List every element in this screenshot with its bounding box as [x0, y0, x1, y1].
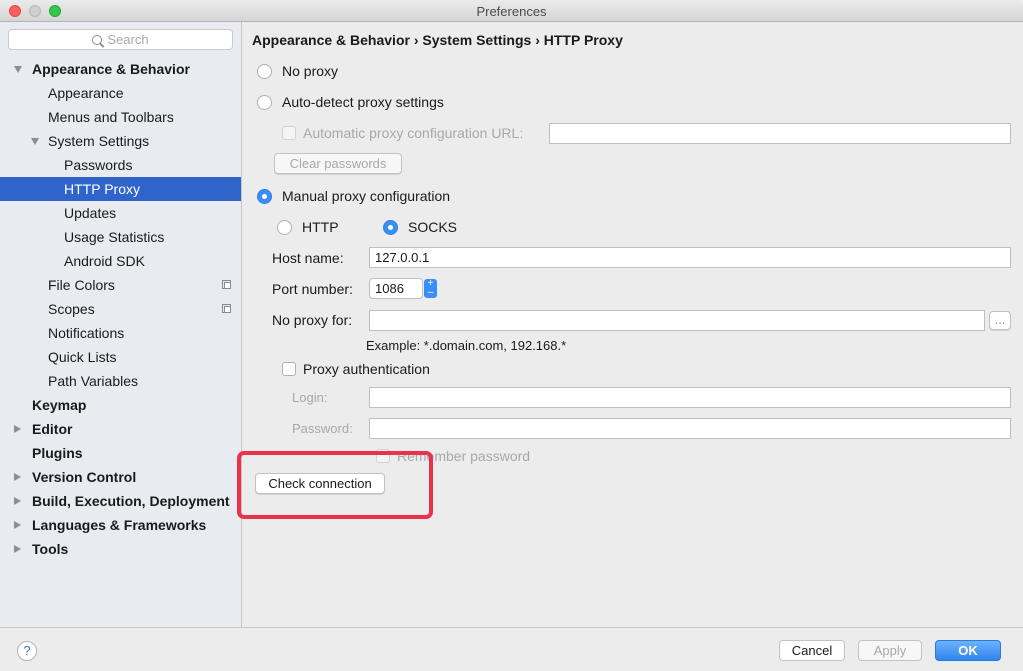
- port-stepper[interactable]: + –: [424, 279, 437, 298]
- sidebar-item-label: Menus and Toolbars: [48, 109, 174, 125]
- sidebar-item-menus-and-toolbars[interactable]: Menus and Toolbars: [0, 105, 241, 129]
- sidebar-item-label: Appearance & Behavior: [32, 61, 190, 77]
- auto-config-url-label: Automatic proxy configuration URL:: [303, 125, 524, 141]
- sidebar-item-appearance[interactable]: Appearance: [0, 81, 241, 105]
- expand-triangle-icon[interactable]: [14, 473, 21, 481]
- settings-tree: Appearance & Behavior Appearance Menus and…: [0, 57, 241, 561]
- minus-icon[interactable]: –: [424, 288, 437, 298]
- search-placeholder: Search: [107, 32, 149, 47]
- http-radio[interactable]: [277, 220, 292, 235]
- password-field[interactable]: [369, 418, 1011, 439]
- port-number-label: Port number:: [272, 281, 353, 297]
- collapse-triangle-icon[interactable]: [14, 66, 22, 73]
- sidebar-item-tools[interactable]: Tools: [0, 537, 241, 561]
- ok-button[interactable]: OK: [935, 640, 1001, 661]
- search-icon: [92, 35, 103, 45]
- sidebar-item-quick-lists[interactable]: Quick Lists: [0, 345, 241, 369]
- manual-proxy-radio[interactable]: [257, 189, 272, 204]
- socks-radio[interactable]: [383, 220, 398, 235]
- sidebar-item-label: Usage Statistics: [64, 229, 165, 245]
- host-name-field[interactable]: 127.0.0.1: [369, 247, 1011, 268]
- auto-detect-label: Auto-detect proxy settings: [282, 94, 444, 110]
- sidebar-item-version-control[interactable]: Version Control: [0, 465, 241, 489]
- no-proxy-for-field[interactable]: [369, 310, 985, 331]
- auto-detect-radio[interactable]: [257, 95, 272, 110]
- expand-triangle-icon[interactable]: [14, 425, 21, 433]
- no-proxy-for-browse-button[interactable]: ...: [989, 311, 1011, 330]
- sidebar-item-notifications[interactable]: Notifications: [0, 321, 241, 345]
- clear-passwords-button[interactable]: Clear passwords: [274, 153, 402, 174]
- sidebar-item-label: Android SDK: [64, 253, 145, 269]
- expand-triangle-icon[interactable]: [14, 545, 21, 553]
- sidebar-item-label: Updates: [64, 205, 117, 221]
- http-proxy-panel: Appearance & Behavior › System Settings …: [237, 22, 1023, 627]
- no-proxy-radio[interactable]: [257, 64, 272, 79]
- proxy-authentication-label: Proxy authentication: [303, 361, 430, 377]
- sidebar-item-file-colors[interactable]: File Colors: [0, 273, 241, 297]
- breadcrumb: Appearance & Behavior › System Settings …: [252, 32, 623, 48]
- sidebar-item-label: Languages & Frameworks: [32, 517, 207, 533]
- cancel-button[interactable]: Cancel: [779, 640, 845, 661]
- sidebar-item-usage-statistics[interactable]: Usage Statistics: [0, 225, 241, 249]
- settings-sidebar: Search Appearance & Behavior Appearance Me…: [0, 22, 242, 627]
- sidebar-item-build-execution-deployment[interactable]: Build, Execution, Deployment: [0, 489, 241, 513]
- sidebar-item-scopes[interactable]: Scopes: [0, 297, 241, 321]
- expand-triangle-icon[interactable]: [14, 521, 21, 529]
- sidebar-item-path-variables[interactable]: Path Variables: [0, 369, 241, 393]
- login-label: Login:: [292, 390, 328, 405]
- password-label: Password:: [292, 421, 353, 436]
- sidebar-item-label: Editor: [32, 421, 73, 437]
- annotation-highlight-box: [237, 451, 433, 519]
- sidebar-item-label: Scopes: [48, 301, 95, 317]
- sidebar-item-label: Appearance: [48, 85, 124, 101]
- sidebar-item-label: Keymap: [32, 397, 87, 413]
- port-number-field[interactable]: 1086: [369, 278, 423, 299]
- sidebar-item-label: Quick Lists: [48, 349, 117, 365]
- sidebar-item-label: Passwords: [64, 157, 133, 173]
- sidebar-item-languages-frameworks[interactable]: Languages & Frameworks: [0, 513, 241, 537]
- sidebar-item-http-proxy[interactable]: HTTP Proxy: [0, 177, 241, 201]
- sidebar-item-label: Plugins: [32, 445, 83, 461]
- sidebar-item-label: Tools: [32, 541, 69, 557]
- help-button[interactable]: ?: [17, 641, 37, 661]
- window-title: Preferences: [476, 4, 547, 19]
- sidebar-item-passwords[interactable]: Passwords: [0, 153, 241, 177]
- sidebar-item-label: Build, Execution, Deployment: [32, 493, 230, 509]
- apply-button[interactable]: Apply: [858, 640, 922, 661]
- auto-config-url-field[interactable]: [549, 123, 1011, 144]
- expand-triangle-icon[interactable]: [14, 497, 21, 505]
- dialog-footer: ? Cancel Apply OK: [0, 627, 1023, 671]
- auto-config-url-checkbox[interactable]: [282, 126, 296, 140]
- project-level-icon: [222, 304, 231, 313]
- sidebar-item-label: File Colors: [48, 277, 115, 293]
- no-proxy-for-label: No proxy for:: [272, 312, 353, 328]
- search-input[interactable]: Search: [8, 29, 233, 50]
- sidebar-item-plugins[interactable]: Plugins: [0, 441, 241, 465]
- collapse-triangle-icon[interactable]: [31, 138, 39, 145]
- http-label: HTTP: [302, 219, 339, 235]
- sidebar-item-label: HTTP Proxy: [64, 181, 140, 197]
- manual-proxy-label: Manual proxy configuration: [282, 188, 451, 204]
- proxy-authentication-checkbox[interactable]: [282, 362, 296, 376]
- project-level-icon: [222, 280, 231, 289]
- sidebar-item-label: Path Variables: [48, 373, 139, 389]
- host-name-label: Host name:: [272, 250, 344, 266]
- sidebar-item-updates[interactable]: Updates: [0, 201, 241, 225]
- sidebar-item-keymap[interactable]: Keymap: [0, 393, 241, 417]
- no-proxy-label: No proxy: [282, 63, 339, 79]
- no-proxy-example-text: Example: *.domain.com, 192.168.*: [366, 338, 567, 353]
- title-bar: Preferences: [0, 0, 1023, 22]
- sidebar-item-label: Notifications: [48, 325, 125, 341]
- login-field[interactable]: [369, 387, 1011, 408]
- sidebar-item-android-sdk[interactable]: Android SDK: [0, 249, 241, 273]
- sidebar-item-editor[interactable]: Editor: [0, 417, 241, 441]
- sidebar-item-label: System Settings: [48, 133, 150, 149]
- sidebar-item-appearance-behavior[interactable]: Appearance & Behavior: [0, 57, 241, 81]
- socks-label: SOCKS: [408, 219, 458, 235]
- sidebar-item-system-settings[interactable]: System Settings: [0, 129, 241, 153]
- sidebar-item-label: Version Control: [32, 469, 137, 485]
